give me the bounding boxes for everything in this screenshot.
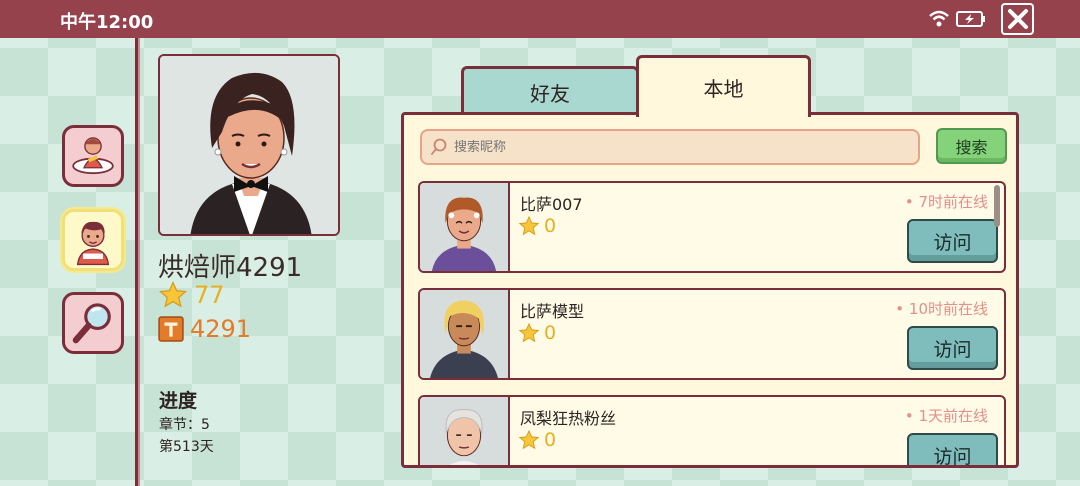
battery-charging-icon [956, 11, 985, 27]
friend-avatar [420, 397, 510, 465]
search-button[interactable] [62, 292, 124, 354]
friend-avatar [420, 290, 510, 378]
wifi-icon [929, 10, 949, 27]
friends-panel: 搜索 比萨007 0 • 7时前在线 访问 [401, 112, 1019, 468]
star-icon [518, 215, 540, 236]
star-icon [158, 280, 188, 308]
visit-button[interactable]: 访问 [907, 219, 998, 263]
star-icon [518, 429, 540, 450]
friend-row: 比萨007 0 • 7时前在线 访问 [418, 181, 1006, 273]
chapter-info: 章节：5 [159, 417, 210, 433]
friend-avatar-image [445, 409, 483, 465]
progress-title: 进度 [159, 390, 198, 412]
visit-button[interactable]: 访问 [907, 326, 998, 370]
close-button[interactable] [1001, 3, 1034, 35]
player-avatar-button[interactable] [62, 125, 124, 187]
day-info: 第513天 [159, 439, 214, 455]
friend-name: 比萨模型 [520, 302, 585, 321]
friend-row: 比萨模型 0 • 10时前在线 访问 [418, 288, 1006, 380]
friend-avatar-image [431, 197, 497, 271]
sidebar-divider [135, 38, 140, 486]
friend-row: 凤梨狂热粉丝 0 • 1天前在线 访问 [418, 395, 1006, 465]
star-icon [518, 322, 540, 343]
friend-avatar-image [430, 300, 498, 378]
star-count: 77 [194, 281, 225, 309]
visit-button[interactable]: 访问 [907, 433, 998, 465]
friend-star-count: 0 [544, 322, 557, 344]
close-icon [1007, 9, 1028, 29]
friend-name: 凤梨狂热粉丝 [520, 409, 617, 428]
hammer-stat: 4291 [158, 315, 251, 343]
search-submit-button[interactable]: 搜索 [936, 128, 1007, 164]
search-input[interactable] [454, 139, 894, 155]
search-icon [431, 138, 447, 155]
spinning-character-icon [72, 137, 114, 175]
friend-stars: 0 [518, 215, 556, 237]
player-name: 烘焙师4291 [158, 253, 303, 283]
friend-avatar [420, 183, 510, 271]
status-bar: 中午12:00 [0, 0, 1080, 38]
hammer-icon [158, 316, 184, 342]
friend-stars: 0 [518, 429, 556, 451]
friend-name: 比萨007 [520, 195, 583, 214]
last-online: • 10时前在线 [895, 300, 988, 318]
hammer-count: 4291 [190, 315, 252, 343]
friend-star-count: 0 [544, 215, 557, 237]
friends-button[interactable] [62, 209, 124, 271]
friend-star-count: 0 [544, 429, 557, 451]
search-field[interactable] [420, 129, 920, 165]
baker-portrait-image [160, 56, 338, 234]
last-online: • 7时前在线 [904, 193, 988, 211]
character-portrait-icon [76, 221, 110, 266]
clock: 中午12:00 [60, 12, 154, 33]
tab-local[interactable]: 本地 [636, 55, 811, 117]
player-portrait [158, 54, 340, 236]
last-online: • 1天前在线 [904, 407, 988, 425]
tab-friends[interactable]: 好友 [461, 66, 639, 116]
list-scrollbar[interactable] [994, 185, 1000, 227]
star-stat: 77 [158, 280, 225, 310]
magnifier-icon [72, 303, 111, 344]
friend-stars: 0 [518, 322, 556, 344]
